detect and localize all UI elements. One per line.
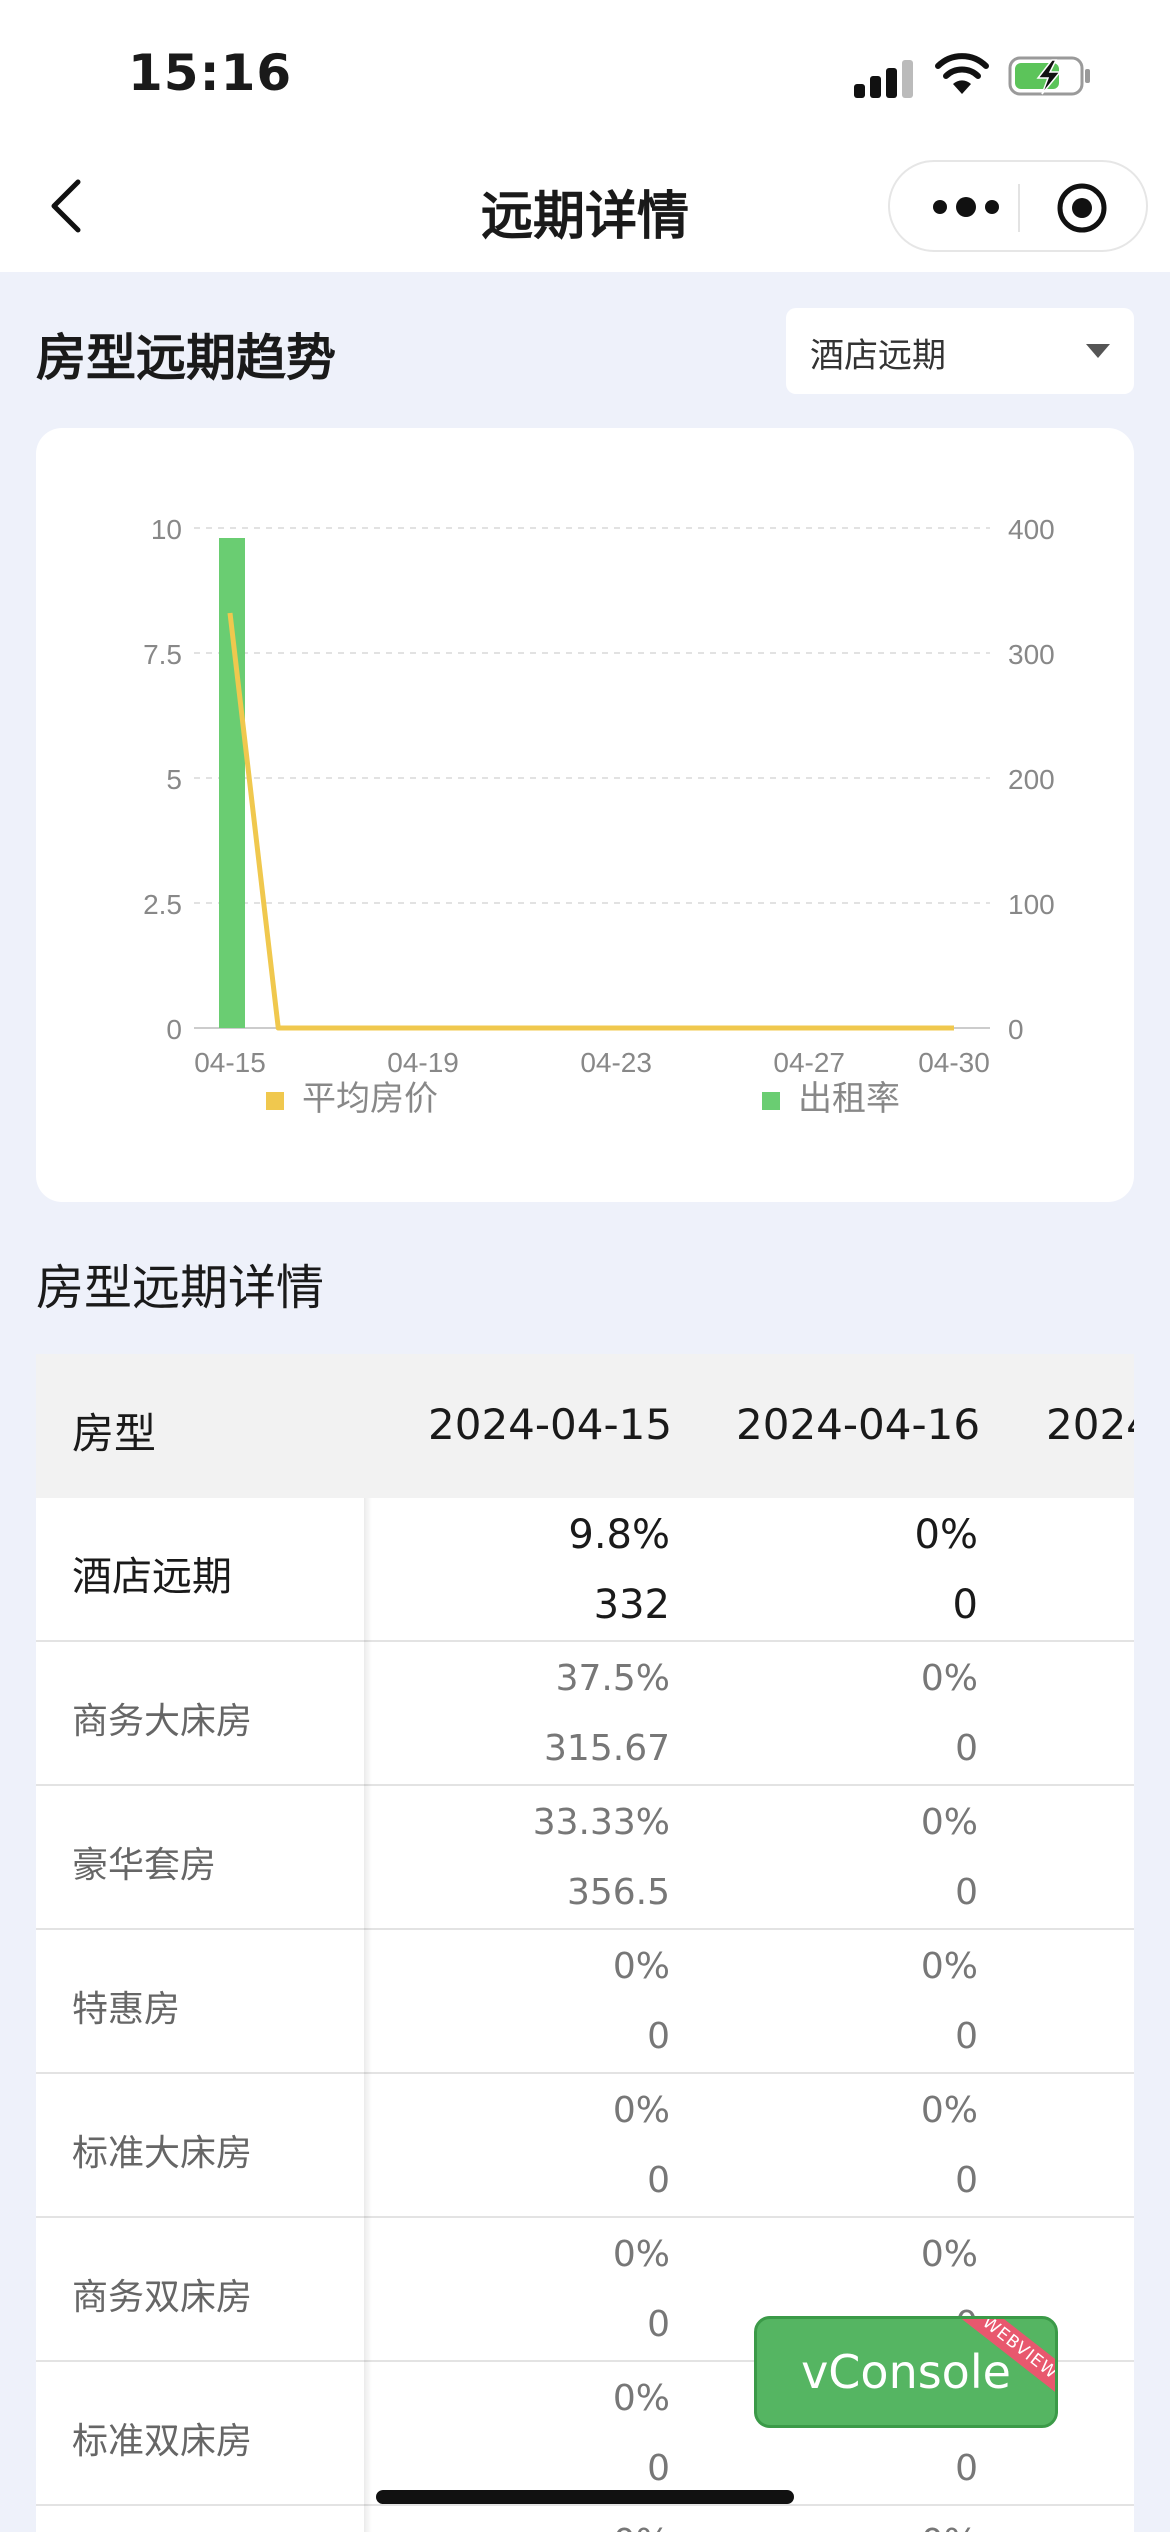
capsule-divider xyxy=(1018,184,1020,232)
price-cell: 0 xyxy=(955,1872,978,1913)
occupancy-cell: 37.5% xyxy=(555,1658,670,1699)
row-room-name: 豪华套房 xyxy=(72,1845,217,1886)
x-axis-tick-label: 04-30 xyxy=(918,1047,990,1078)
right-axis-tick-label: 200 xyxy=(1008,764,1055,795)
occupancy-cell: 0% xyxy=(920,1946,978,1987)
bar-occupancy xyxy=(219,538,245,1028)
table-row[interactable]: 豪华套房 33.33% 356.5 0% 0 xyxy=(36,1786,1134,1930)
occupancy-cell: 0% xyxy=(920,1802,978,1843)
cellular-signal-icon xyxy=(854,56,916,98)
trend-chart: 02.557.510010020030040004-15 04-19 04-23 04… xyxy=(143,514,1055,1118)
occupancy-cell: 0% xyxy=(470,2522,670,2532)
table-row[interactable]: 0% 0% xyxy=(36,2506,1134,2532)
left-axis-tick-label: 5 xyxy=(166,764,182,795)
header-date-2: 2024-04-16 xyxy=(736,1400,981,1449)
occupancy-cell: 0% xyxy=(612,2378,670,2419)
left-axis-tick-label: 0 xyxy=(166,1014,182,1045)
row-room-name: 酒店远期 xyxy=(72,1554,232,1600)
left-axis-tick-label: 2.5 xyxy=(143,889,182,920)
wifi-icon xyxy=(935,53,989,94)
left-axis-tick-label: 10 xyxy=(151,514,182,545)
dropdown-selected-value: 酒店远期 xyxy=(810,336,946,376)
caret-down-icon xyxy=(1086,344,1110,358)
room-type-dropdown[interactable]: 酒店远期 xyxy=(786,308,1134,394)
price-cell: 0 xyxy=(647,2016,670,2057)
right-axis-tick-label: 400 xyxy=(1008,514,1055,545)
table-row[interactable]: 酒店远期 9.8% 332 0% 0 xyxy=(36,1498,1134,1642)
header-date-1: 2024-04-15 xyxy=(428,1400,673,1449)
status-time: 15:16 xyxy=(128,44,293,102)
right-axis-tick-label: 0 xyxy=(1008,1014,1024,1045)
trend-section-title: 房型远期趋势 xyxy=(36,329,336,387)
vconsole-button[interactable]: vConsole WEBVIEW xyxy=(754,2316,1058,2428)
price-cell: 0 xyxy=(647,2160,670,2201)
price-cell: 332 xyxy=(593,1582,670,1628)
price-cell: 0 xyxy=(952,1582,978,1628)
detail-section-title: 房型远期详情 xyxy=(36,1260,325,1316)
x-axis-tick-label: 04-15 xyxy=(194,1047,266,1078)
battery-charging-icon xyxy=(1008,56,1090,96)
row-room-name: 标准双床房 xyxy=(72,2421,253,2462)
legend-swatch xyxy=(762,1092,780,1110)
table-row[interactable]: 标准大床房 0% 0 0% 0 xyxy=(36,2074,1134,2218)
trend-chart-card: 0 2.5 5 7.5 10 0 100 200 300 400 04-15 04-19 04-23 04… xyxy=(36,428,1134,1202)
x-axis-tick-label: 04-27 xyxy=(773,1047,845,1078)
header-room-type: 房型 xyxy=(72,1409,157,1458)
price-cell: 0 xyxy=(955,1728,978,1769)
home-indicator xyxy=(376,2490,794,2504)
occupancy-cell: 0% xyxy=(778,2522,978,2532)
occupancy-cell: 0% xyxy=(920,2090,978,2131)
legend-label: 平均房价 xyxy=(302,1080,438,1118)
row-room-name: 商务双床房 xyxy=(72,2277,253,2318)
occupancy-cell: 0% xyxy=(920,2234,978,2275)
top-bar: 15:16 远期详情 xyxy=(0,0,1170,272)
legend-swatch xyxy=(266,1092,284,1110)
x-axis-tick-label: 04-19 xyxy=(387,1047,459,1078)
row-room-name: 标准大床房 xyxy=(72,2133,253,2174)
price-cell: 0 xyxy=(955,2160,978,2201)
occupancy-cell: 0% xyxy=(612,2090,670,2131)
price-cell: 356.5 xyxy=(566,1872,670,1913)
table-row[interactable]: 特惠房 0% 0 0% 0 xyxy=(36,1930,1134,2074)
more-options-icon[interactable] xyxy=(928,186,1004,228)
fixed-column-shadow xyxy=(364,1498,372,2532)
left-axis-tick-label: 7.5 xyxy=(143,639,182,670)
right-axis-tick-label: 300 xyxy=(1008,639,1055,670)
price-cell: 0 xyxy=(955,2448,978,2489)
occupancy-cell: 0% xyxy=(920,1658,978,1699)
price-cell: 315.67 xyxy=(544,1728,670,1769)
price-cell: 0 xyxy=(647,2448,670,2489)
line-avg-price xyxy=(227,612,954,1031)
row-room-name: 特惠房 xyxy=(72,1989,181,2030)
occupancy-cell: 0% xyxy=(612,1946,670,1987)
right-axis-tick-label: 100 xyxy=(1008,889,1055,920)
occupancy-cell: 33.33% xyxy=(532,1802,670,1843)
vconsole-label: vConsole xyxy=(801,2345,1011,2399)
price-cell: 0 xyxy=(647,2304,670,2345)
price-cell: 0 xyxy=(955,2016,978,2057)
mini-program-capsule xyxy=(888,160,1148,252)
legend-label: 出租率 xyxy=(798,1080,900,1118)
x-axis-tick-label: 04-23 xyxy=(580,1047,652,1078)
table-row[interactable]: 商务大床房 37.5% 315.67 0% 0 xyxy=(36,1642,1134,1786)
occupancy-cell: 0% xyxy=(914,1512,978,1558)
header-date-3: 2024 xyxy=(1046,1400,1134,1449)
table-header: 房型 2024-04-15 2024-04-16 2024 xyxy=(36,1354,1134,1498)
occupancy-cell: 0% xyxy=(612,2234,670,2275)
close-target-icon[interactable] xyxy=(1056,182,1108,234)
row-room-name: 商务大床房 xyxy=(72,1701,253,1742)
occupancy-cell: 9.8% xyxy=(568,1512,670,1558)
